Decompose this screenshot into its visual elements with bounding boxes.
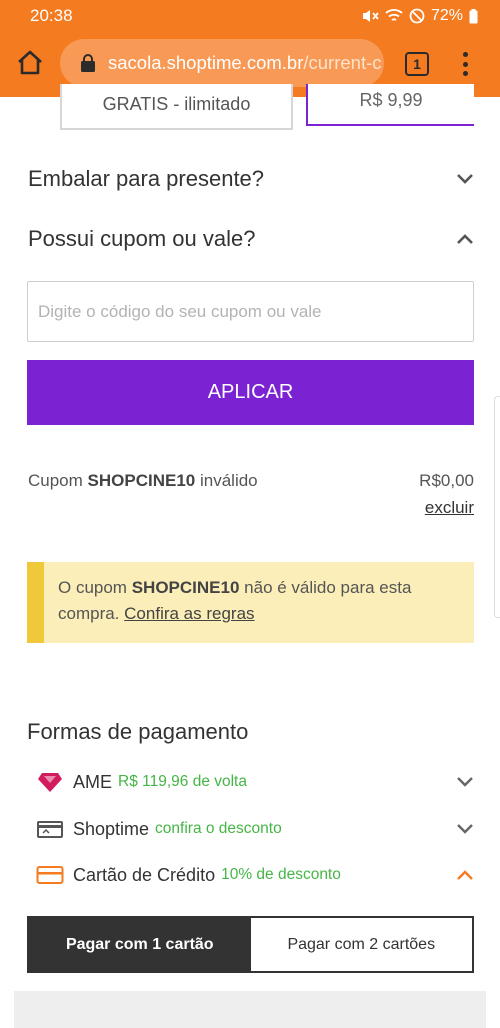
- coupon-status-prefix: Cupom: [28, 471, 83, 490]
- address-bar[interactable]: sacola.shoptime.com.br/current-c: [60, 39, 384, 87]
- gift-wrap-title: Embalar para presente?: [28, 166, 265, 191]
- coupon-input[interactable]: [27, 281, 474, 342]
- battery-icon: [469, 8, 478, 23]
- rules-link[interactable]: Confira as regras: [124, 604, 254, 623]
- payment-method-note: confira o desconto: [155, 820, 282, 837]
- chevron-down-icon: [457, 824, 473, 834]
- status-time: 20:38: [30, 6, 73, 25]
- coupon-status: Cupom SHOPCINE10 inválido: [28, 471, 258, 491]
- wifi-icon: [385, 9, 403, 21]
- shipping-option-paid[interactable]: R$ 9,99: [306, 84, 474, 126]
- chevron-up-icon: [457, 870, 473, 880]
- browser-chrome: 20:38 72% sacola.shoptime.com.br/current…: [0, 0, 500, 97]
- status-bar: 20:38 72%: [0, 0, 500, 32]
- credit-card-icon: [36, 863, 64, 887]
- ame-heart-icon: [36, 770, 64, 794]
- payment-title: Formas de pagamento: [27, 719, 249, 744]
- coupon-discount-value: R$0,00: [419, 471, 474, 490]
- coupon-status-text: inválido: [199, 471, 258, 490]
- shoptime-card-icon: [36, 817, 64, 841]
- remove-coupon-link[interactable]: excluir: [425, 498, 474, 518]
- battery-percent: 72%: [430, 7, 463, 24]
- tab-switcher-button[interactable]: 1: [405, 52, 429, 76]
- card-form-panel: [14, 991, 486, 1028]
- payment-method-name: Shoptime: [73, 818, 150, 839]
- coupon-title: Possui cupom ou vale?: [28, 226, 256, 251]
- lock-icon: [81, 54, 95, 72]
- payment-method-shoptime[interactable]: Shoptime confira o desconto: [36, 814, 474, 844]
- more-options-icon[interactable]: [460, 50, 470, 78]
- payment-method-name: AME: [73, 771, 113, 792]
- pay-with-one-card-button[interactable]: Pagar com 1 cartão: [29, 918, 251, 971]
- do-not-disturb-icon: [409, 8, 425, 24]
- payment-method-note: R$ 119,96 de volta: [118, 773, 247, 790]
- payment-method-ame[interactable]: AME R$ 119,96 de volta: [36, 767, 474, 797]
- side-scroll-hint: [494, 396, 500, 618]
- chevron-down-icon: [457, 777, 473, 787]
- url-text: sacola.shoptime.com.br/current-c: [108, 52, 382, 74]
- payment-method-credit-card[interactable]: Cartão de Crédito 10% de desconto: [36, 860, 474, 890]
- url-host: sacola.shoptime.com.br: [108, 52, 304, 73]
- pay-with-two-cards-button[interactable]: Pagar com 2 cartões: [250, 918, 472, 971]
- coupon-invalid-alert: O cupom SHOPCINE10 não é válido para est…: [27, 562, 474, 643]
- payment-method-name: Cartão de Crédito: [73, 864, 216, 885]
- status-icons: 72%: [361, 7, 478, 25]
- installment-toggle: Pagar com 1 cartão Pagar com 2 cartões: [27, 916, 474, 973]
- chevron-up-icon: [457, 234, 473, 244]
- coupon-code: SHOPCINE10: [87, 471, 196, 490]
- mute-icon: [362, 10, 379, 22]
- apply-coupon-button[interactable]: APLICAR: [27, 360, 474, 425]
- alert-prefix: O cupom: [58, 578, 127, 597]
- url-path: /current-c: [303, 52, 382, 73]
- home-icon[interactable]: [16, 49, 44, 77]
- payment-method-note: 10% de desconto: [221, 866, 341, 883]
- gift-wrap-toggle[interactable]: Embalar para presente?: [28, 166, 474, 192]
- chevron-down-icon: [457, 174, 473, 184]
- coupon-toggle[interactable]: Possui cupom ou vale?: [28, 226, 474, 252]
- shipping-option-free[interactable]: GRATIS - ilimitado: [60, 84, 293, 130]
- alert-coupon-code: SHOPCINE10: [131, 578, 240, 597]
